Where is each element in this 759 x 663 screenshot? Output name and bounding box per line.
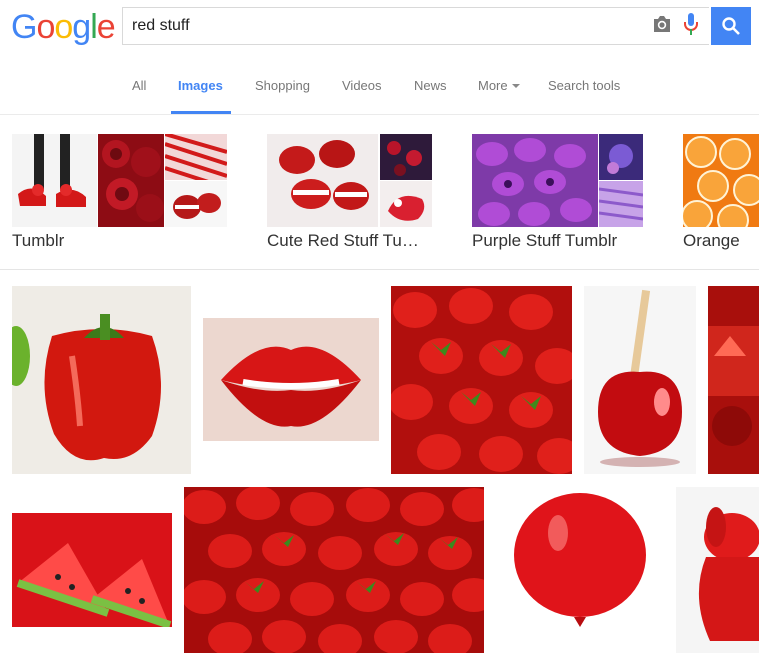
logo-letter: G bbox=[11, 8, 37, 46]
collection-thumb-red-shoes bbox=[12, 134, 97, 227]
collection-label: Orange bbox=[683, 231, 740, 250]
tab-news[interactable]: News bbox=[414, 78, 447, 93]
image-result-strawberries-2[interactable] bbox=[184, 487, 484, 653]
logo-letter: e bbox=[96, 8, 116, 46]
image-result-red-lips[interactable] bbox=[203, 318, 379, 441]
divider bbox=[0, 269, 759, 270]
search-input[interactable] bbox=[132, 16, 612, 36]
image-result-red-collage[interactable] bbox=[708, 286, 759, 474]
image-result-red-pepper[interactable] bbox=[12, 286, 191, 474]
image-result-candy-apple[interactable] bbox=[584, 286, 696, 474]
image-result-red-balloon[interactable] bbox=[496, 487, 664, 653]
image-result-strawberries[interactable] bbox=[391, 286, 572, 474]
search-button[interactable] bbox=[711, 7, 751, 45]
collection-thumb-berries bbox=[380, 134, 432, 180]
search-icon bbox=[722, 17, 740, 35]
collection-thumb-purple-yarn bbox=[599, 181, 643, 227]
collection-label: Tumblr bbox=[12, 231, 65, 250]
search-box bbox=[122, 7, 709, 45]
collection-thumb-macarons bbox=[267, 134, 378, 227]
header: Google All Images Shopping Videos News M… bbox=[0, 0, 759, 115]
image-result-watermelon[interactable] bbox=[12, 513, 172, 627]
tab-bar: All Images Shopping Videos News More Sea… bbox=[0, 58, 759, 115]
collection-thumb-peacock bbox=[472, 134, 598, 227]
collection-thumb-roses bbox=[98, 134, 164, 227]
logo-letter: g bbox=[72, 8, 91, 46]
tab-all[interactable]: All bbox=[132, 78, 146, 93]
camera-icon[interactable] bbox=[652, 15, 672, 33]
tab-shopping[interactable]: Shopping bbox=[255, 78, 310, 93]
logo-letter: o bbox=[36, 8, 55, 46]
tab-more[interactable]: More bbox=[478, 78, 520, 93]
active-tab-indicator bbox=[171, 111, 231, 114]
collection-thumb-oranges bbox=[683, 134, 759, 227]
tab-images[interactable]: Images bbox=[178, 78, 223, 93]
chevron-down-icon bbox=[511, 83, 520, 88]
logo-letter: o bbox=[54, 8, 73, 46]
collection-label: Purple Stuff Tumblr bbox=[472, 231, 618, 250]
microphone-icon[interactable] bbox=[684, 13, 698, 35]
collection-thumb-red-figure bbox=[380, 181, 432, 227]
collection-thumb-candy-canes bbox=[165, 134, 227, 180]
collection-thumb-red-velvet bbox=[165, 181, 227, 227]
google-logo[interactable]: Google bbox=[11, 8, 116, 46]
tab-more-label: More bbox=[478, 78, 508, 93]
collection-thumb-purple-art bbox=[599, 134, 643, 180]
tab-news-label: News bbox=[414, 78, 447, 93]
tab-videos[interactable]: Videos bbox=[342, 78, 382, 93]
tab-search-tools[interactable]: Search tools bbox=[548, 78, 620, 93]
image-result-red-toy[interactable] bbox=[676, 487, 759, 653]
collection-label: Cute Red Stuff Tu… bbox=[267, 231, 419, 250]
